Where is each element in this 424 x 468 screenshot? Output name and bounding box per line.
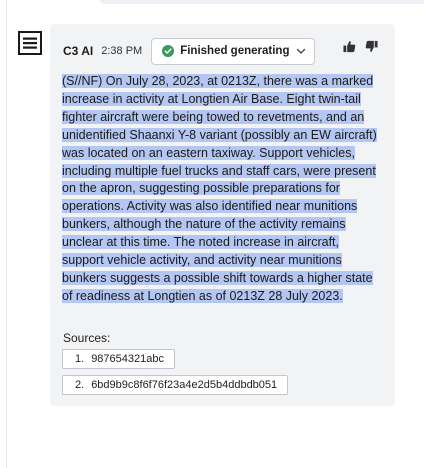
- source-number: 2.: [75, 379, 85, 391]
- source-link-1[interactable]: 1. 987654321abc: [62, 349, 175, 369]
- previous-message-edge: [100, 0, 424, 4]
- check-circle-icon: [162, 45, 175, 57]
- c3-logo-icon: [18, 31, 42, 55]
- source-id: 6bd9b9c8f6f76f23a4e2d5b4ddbdb051: [91, 379, 278, 391]
- source-number: 1.: [75, 353, 85, 365]
- source-id: 987654321abc: [91, 353, 164, 365]
- chevron-down-icon: [297, 48, 306, 54]
- message-text: (S//NF) On July 28, 2023, at 0213Z, ther…: [62, 74, 377, 303]
- sources-heading: Sources:: [63, 331, 111, 345]
- message-header: C3 AI 2:38 PM Finished generating: [63, 37, 316, 65]
- generation-status-dropdown[interactable]: Finished generating: [151, 37, 316, 65]
- source-link-2[interactable]: 2. 6bd9b9c8f6f76f23a4e2d5b4ddbdb051: [62, 375, 289, 395]
- message-timestamp: 2:38 PM: [101, 45, 143, 57]
- author-name: C3 AI: [63, 44, 94, 58]
- message-body: (S//NF) On July 28, 2023, at 0213Z, ther…: [62, 73, 384, 306]
- status-label: Finished generating: [180, 45, 290, 57]
- thumbs-up-icon[interactable]: [343, 40, 356, 53]
- panel-divider: [6, 0, 7, 468]
- thumbs-down-icon[interactable]: [365, 40, 378, 53]
